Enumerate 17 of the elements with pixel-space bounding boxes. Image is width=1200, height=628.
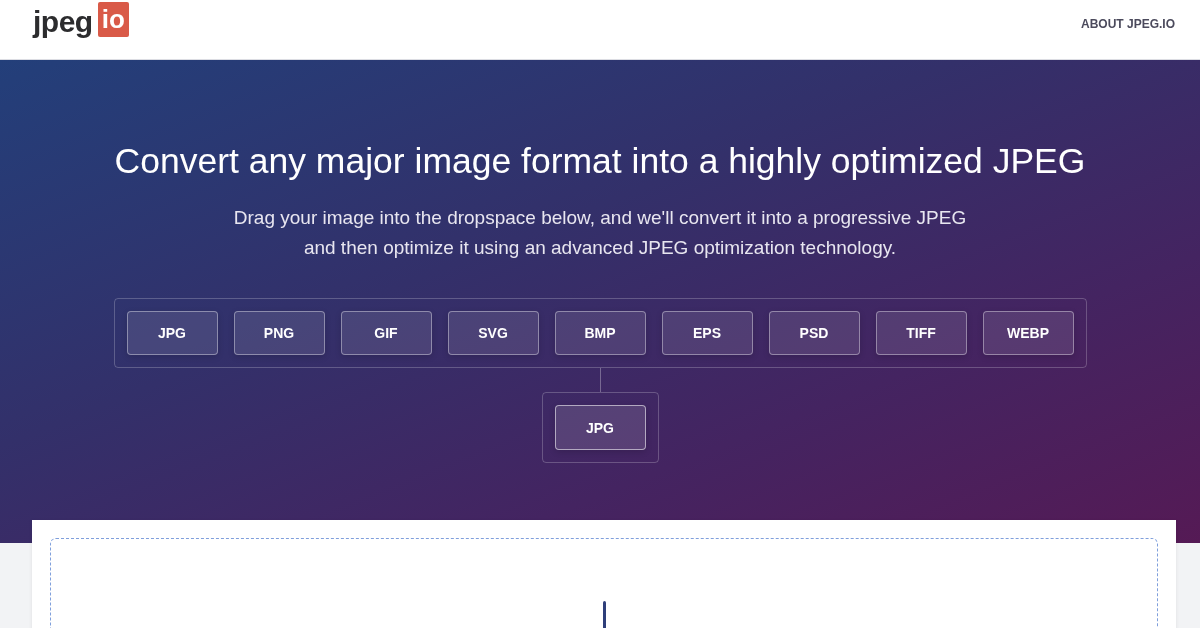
hero-subtitle: Drag your image into the dropspace below, and we'll convert it into a progressive JPEG and then optimize it using an advanced JPEG optimization technology.	[233, 206, 967, 260]
hero-title: Convert any major image format into a highly optimized JPEG	[114, 140, 1086, 182]
logo-badge: io	[97, 2, 129, 37]
output-format-button[interactable]: JPG	[554, 405, 646, 450]
format-button[interactable]: PNG	[233, 311, 325, 355]
connector-line	[599, 368, 601, 392]
format-button[interactable]: TIFF	[875, 311, 967, 355]
format-button[interactable]: GIF	[340, 311, 432, 355]
format-button[interactable]: JPG	[126, 311, 218, 355]
format-button[interactable]: EPS	[661, 311, 753, 355]
format-button[interactable]: SVG	[447, 311, 539, 355]
format-button[interactable]: BMP	[554, 311, 646, 355]
format-button[interactable]: WEBP	[982, 311, 1074, 355]
about-link[interactable]: ABOUT JPEG.IO	[1081, 17, 1175, 31]
logo-wordmark: jpeg	[33, 5, 93, 39]
line-icon	[602, 601, 606, 628]
format-button[interactable]: PSD	[768, 311, 860, 355]
